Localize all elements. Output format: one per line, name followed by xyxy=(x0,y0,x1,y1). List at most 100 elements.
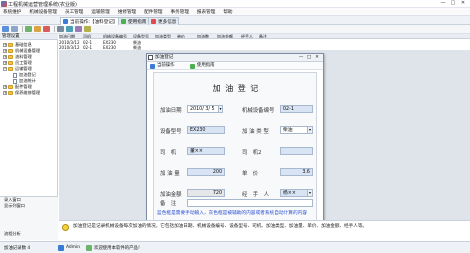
minimize-button[interactable]: — xyxy=(438,0,448,7)
amount-field[interactable]: 200 xyxy=(187,168,225,176)
expand-icon[interactable]: + xyxy=(3,61,7,65)
driver2-field[interactable] xyxy=(280,147,313,155)
tab-current-operation[interactable]: 当前操作:【油料登记】 xyxy=(60,17,121,25)
add-icon[interactable] xyxy=(25,26,32,32)
save-icon[interactable] xyxy=(11,26,18,32)
fuel-register-dialog: 加油登记 — □ ✕ 当前操作 使用指南 加 油 登 记 加油日期 2010/ … xyxy=(146,53,324,233)
chevron-down-icon[interactable]: ▾ xyxy=(307,189,313,197)
expand-icon[interactable]: + xyxy=(3,91,7,95)
col-total[interactable]: 加油金额 xyxy=(217,34,241,38)
maximize-button[interactable]: □ xyxy=(448,0,458,7)
col-price[interactable]: 单价 xyxy=(177,34,197,38)
open-icon[interactable] xyxy=(2,26,9,32)
guide-icon xyxy=(190,63,195,69)
model-field[interactable]: EX230 xyxy=(187,126,225,134)
date-field[interactable]: 2010/ 3/ 5 xyxy=(187,105,219,113)
menu-help[interactable]: 帮助 xyxy=(223,9,232,15)
menu-system[interactable]: 系统维护 xyxy=(3,9,21,15)
guide-icon xyxy=(121,19,126,24)
chevron-down-icon[interactable]: ▾ xyxy=(307,126,313,134)
price-field[interactable]: 3.6 xyxy=(280,168,313,176)
tab-guide[interactable]: 使用指南 xyxy=(118,17,150,25)
expand-icon[interactable]: + xyxy=(3,49,7,53)
operation-icon xyxy=(150,63,155,69)
title-bar: 工程机械运营管理系统(农业版) — □ ✕ xyxy=(0,0,470,8)
dialog-tab-guide[interactable]: 使用指南 xyxy=(190,62,215,70)
menu-affairs[interactable]: 事务管理 xyxy=(171,9,189,15)
menu-reports[interactable]: 报表管理 xyxy=(197,9,215,15)
dialog-icon xyxy=(148,55,153,60)
fuel-form: 加 油 登 记 加油日期 2010/ 3/ 5 ▾ 机械设备编号 02-1 设备… xyxy=(153,72,317,222)
help-note-text: 加油登记是记录机械设备每次加油的情况，它包括加油日期、机械设备编号、设备型号、司… xyxy=(73,224,368,229)
tree-item-maintenance[interactable]: + 保养维修管理 xyxy=(3,90,40,96)
folder-icon xyxy=(8,43,13,47)
data-grid: 加油日期 司机 机械设备编号 设备型号 加油类型 单价 加油数 加油金额 经手人… xyxy=(59,34,470,50)
app-title: 工程机械运营管理系统(农业版) xyxy=(8,2,77,8)
label-handler: 经 手 人 xyxy=(242,192,269,198)
delete-icon[interactable] xyxy=(43,26,50,32)
lightbulb-icon xyxy=(62,224,69,231)
col-device-no[interactable]: 机械设备编号 xyxy=(103,34,133,38)
collapse-icon[interactable]: − xyxy=(3,67,7,71)
menu-parts[interactable]: 配件管理 xyxy=(144,9,162,15)
tab-more-info[interactable]: 更多信息 xyxy=(148,17,180,25)
menu-equipment[interactable]: 机械设备管理 xyxy=(29,9,57,15)
col-date[interactable]: 加油日期 xyxy=(59,34,83,38)
menu-staff[interactable]: 员工管理 xyxy=(65,9,83,15)
dialog-maximize-button[interactable]: □ xyxy=(305,54,313,61)
label-driver: 司 机 xyxy=(160,150,177,156)
search-icon[interactable] xyxy=(66,26,73,32)
label-total: 加油金额 xyxy=(160,192,182,198)
remark-field[interactable] xyxy=(187,199,313,207)
total-field: 720 xyxy=(187,189,225,197)
edit-icon[interactable] xyxy=(34,26,41,32)
menu-repair[interactable]: 维修管理 xyxy=(118,9,136,15)
label-driver2: 司 机2 xyxy=(242,150,262,156)
flow-analysis-item[interactable]: 流程分析 xyxy=(0,231,58,237)
col-amount[interactable]: 加油数 xyxy=(197,34,217,38)
expand-icon[interactable]: + xyxy=(3,55,7,59)
expand-icon[interactable]: + xyxy=(3,43,7,47)
col-driver[interactable]: 司机 xyxy=(83,34,103,38)
handler-field[interactable]: 杨×× xyxy=(280,189,308,197)
date-dropdown-icon[interactable]: ▾ xyxy=(218,105,223,113)
dialog-minimize-button[interactable]: — xyxy=(297,54,305,61)
status-message: 欢迎使用本软件的产品！ xyxy=(94,246,143,251)
export-icon[interactable] xyxy=(75,26,82,32)
print-icon[interactable] xyxy=(57,26,64,32)
expand-icon[interactable]: + xyxy=(3,85,7,89)
dialog-tab-operation[interactable]: 当前操作 xyxy=(150,62,175,70)
folder-icon xyxy=(8,61,13,65)
window-controls: — □ ✕ xyxy=(438,0,468,7)
tab-bar: 当前操作:【油料登记】 使用指南 更多信息 xyxy=(0,16,470,25)
form-title: 加 油 登 记 xyxy=(212,84,260,93)
filter-icon[interactable] xyxy=(84,26,91,32)
status-bar: 加油记录数 4 Admin 欢迎使用本软件的产品！ xyxy=(0,241,470,253)
dialog-close-button[interactable]: ✕ xyxy=(313,54,321,61)
folder-icon xyxy=(8,67,13,71)
col-remark[interactable]: 备注 xyxy=(259,34,279,38)
help-note-panel: 加油登记是记录机械设备每次加油的情况，它包括加油日期、机械设备编号、设备型号、司… xyxy=(59,220,470,240)
separator xyxy=(22,26,23,32)
device-no-field[interactable]: 02-1 xyxy=(280,105,313,113)
close-button[interactable]: ✕ xyxy=(458,0,468,7)
column-window-item[interactable]: 显示列窗口 xyxy=(0,203,58,209)
form-hint: 蓝色框是需要手动输入，灰色框是被辅助的内容或者系统自动计算的内容 xyxy=(157,211,308,216)
current-user: Admin xyxy=(66,245,80,250)
fuel-type-select[interactable]: 柴油 xyxy=(280,126,308,134)
col-fuel-type[interactable]: 加油类型 xyxy=(155,34,177,38)
folder-icon xyxy=(8,49,13,53)
driver-field[interactable]: 董×× xyxy=(187,147,225,155)
operation-icon xyxy=(63,19,68,24)
col-model[interactable]: 设备型号 xyxy=(133,34,155,38)
user-icon xyxy=(58,245,64,251)
label-fuel-type: 加 油 类 型 xyxy=(242,129,269,135)
toolbar xyxy=(0,25,470,34)
folder-icon xyxy=(8,55,13,59)
menu-bar: 系统维护 机械设备管理 员工管理 运输管理 维修管理 配件管理 事务管理 报表管… xyxy=(0,8,470,16)
folder-icon xyxy=(8,85,13,89)
col-handler[interactable]: 经手人 xyxy=(241,34,259,38)
menu-transport[interactable]: 运输管理 xyxy=(91,9,109,15)
info-icon xyxy=(151,19,156,24)
label-device-no: 机械设备编号 xyxy=(242,108,275,114)
